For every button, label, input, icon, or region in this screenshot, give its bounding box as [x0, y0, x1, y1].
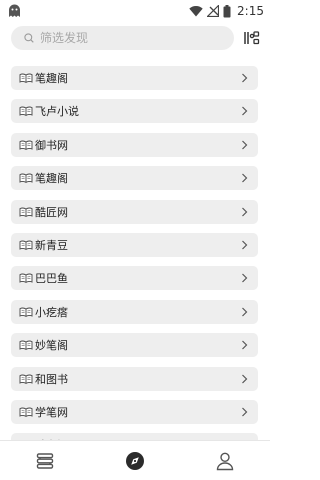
status-time: 2:15	[237, 4, 264, 18]
book-icon	[19, 240, 33, 250]
book-icon	[19, 207, 33, 217]
book-icon	[19, 140, 33, 150]
source-name: 和图书	[35, 372, 68, 386]
source-name: 飞卢小说	[35, 105, 79, 119]
source-item[interactable]: 巴巴鱼	[11, 266, 258, 291]
book-icon	[19, 273, 33, 284]
chevron-right-icon	[242, 407, 248, 417]
book-icon	[19, 307, 33, 317]
source-item[interactable]: 和图书	[11, 366, 258, 391]
source-item[interactable]: 笔趣阁	[11, 66, 258, 90]
source-item[interactable]: 默书阁	[11, 433, 258, 440]
category-filter-icon[interactable]	[242, 29, 260, 47]
source-item[interactable]: 妙笔阁	[11, 333, 258, 358]
explore-icon[interactable]	[125, 451, 145, 471]
chevron-right-icon	[242, 307, 248, 317]
book-icon	[19, 340, 33, 351]
chevron-right-icon	[242, 207, 248, 216]
source-name: 笔趣阁	[35, 72, 68, 85]
chevron-right-icon	[242, 140, 248, 150]
source-name: 酷匠网	[35, 205, 68, 219]
chevron-right-icon	[242, 240, 248, 250]
source-item[interactable]: 小疙瘩	[11, 299, 258, 324]
search-input[interactable]	[40, 31, 230, 45]
bottom-nav	[0, 440, 270, 480]
source-item[interactable]: 笔趣阁	[11, 166, 258, 191]
search-row	[0, 26, 270, 52]
source-name: 新青豆	[35, 238, 68, 252]
chevron-right-icon	[242, 374, 248, 383]
notification-ghost-icon	[9, 4, 20, 17]
source-name: 妙笔阁	[35, 339, 68, 353]
source-name: 巴巴鱼	[35, 272, 68, 286]
source-item[interactable]: 酷匠网	[11, 199, 258, 224]
source-name: 小疙瘩	[35, 305, 68, 319]
battery-icon	[223, 4, 231, 17]
source-name: 笔趣阁	[35, 172, 68, 186]
no-signal-icon	[207, 5, 220, 17]
source-item[interactable]: 新青豆	[11, 232, 258, 257]
source-item[interactable]: 飞卢小说	[11, 99, 258, 124]
source-item[interactable]: 学笔网	[11, 399, 258, 424]
book-icon	[19, 374, 33, 384]
status-bar: 2:15	[0, 0, 270, 22]
source-item[interactable]: 御书网	[11, 132, 258, 157]
wifi-icon	[189, 6, 203, 17]
chevron-right-icon	[242, 73, 248, 83]
source-name: 学笔网	[35, 405, 68, 419]
chevron-right-icon	[242, 106, 248, 116]
chevron-right-icon	[242, 273, 248, 283]
source-name: 御书网	[35, 138, 68, 152]
profile-icon[interactable]	[215, 451, 235, 471]
source-list: 笔趣阁飞卢小说御书网笔趣阁酷匠网新青豆巴巴鱼小疙瘩妙笔阁和图书学笔网默书阁	[11, 66, 258, 440]
search-icon	[24, 33, 34, 43]
chevron-right-icon	[242, 173, 248, 183]
book-icon	[19, 73, 33, 83]
search-box[interactable]	[11, 26, 234, 50]
bookshelf-icon[interactable]	[35, 451, 55, 471]
book-icon	[19, 173, 33, 184]
book-icon	[19, 407, 33, 417]
chevron-right-icon	[242, 340, 248, 350]
book-icon	[19, 106, 33, 117]
